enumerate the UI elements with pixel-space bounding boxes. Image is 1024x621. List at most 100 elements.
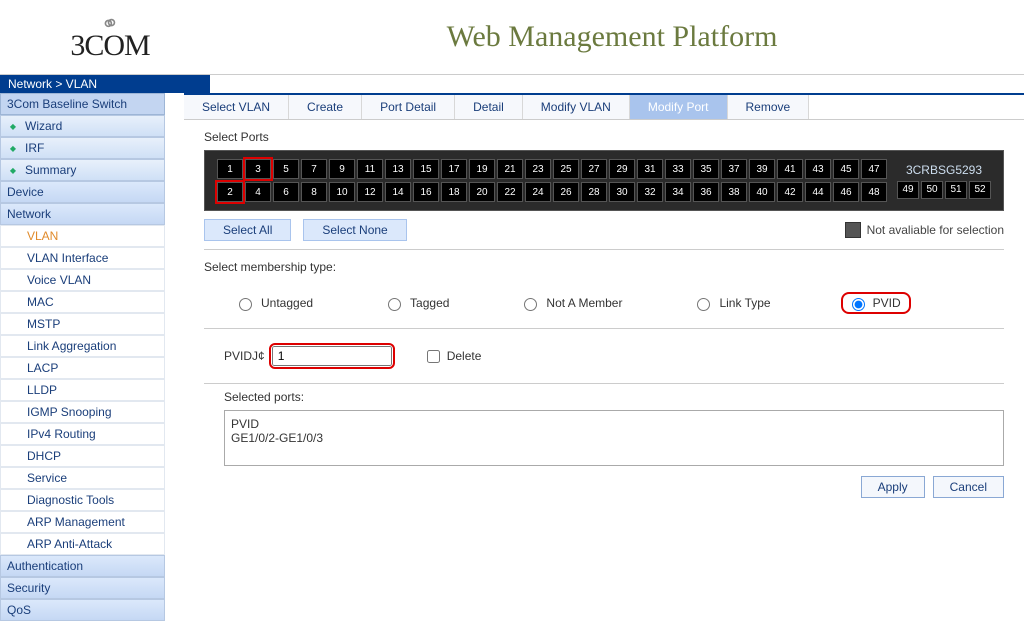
sidebar-root[interactable]: 3Com Baseline Switch bbox=[0, 93, 165, 115]
port-8[interactable]: 8 bbox=[301, 182, 327, 202]
port-14[interactable]: 14 bbox=[385, 182, 411, 202]
select-all-button[interactable]: Select All bbox=[204, 219, 291, 241]
tab-port-detail[interactable]: Port Detail bbox=[362, 95, 455, 119]
port-22[interactable]: 22 bbox=[497, 182, 523, 202]
radio-input-not-a-member[interactable] bbox=[524, 298, 537, 311]
radio-pvid[interactable]: PVID bbox=[841, 292, 911, 314]
port-10[interactable]: 10 bbox=[329, 182, 355, 202]
port-34[interactable]: 34 bbox=[665, 182, 691, 202]
port-16[interactable]: 16 bbox=[413, 182, 439, 202]
port-49[interactable]: 49 bbox=[897, 181, 919, 199]
port-37[interactable]: 37 bbox=[721, 159, 747, 179]
port-45[interactable]: 45 bbox=[833, 159, 859, 179]
port-23[interactable]: 23 bbox=[525, 159, 551, 179]
radio-link-type[interactable]: Link Type bbox=[692, 295, 770, 311]
port-46[interactable]: 46 bbox=[833, 182, 859, 202]
sidebar-item-dhcp[interactable]: DHCP bbox=[0, 445, 165, 467]
tab-select-vlan[interactable]: Select VLAN bbox=[184, 95, 289, 119]
sidebar-item-mstp[interactable]: MSTP bbox=[0, 313, 165, 335]
delete-checkbox[interactable] bbox=[427, 350, 440, 363]
port-9[interactable]: 9 bbox=[329, 159, 355, 179]
port-42[interactable]: 42 bbox=[777, 182, 803, 202]
sidebar-item-lldp[interactable]: LLDP bbox=[0, 379, 165, 401]
port-29[interactable]: 29 bbox=[609, 159, 635, 179]
port-19[interactable]: 19 bbox=[469, 159, 495, 179]
radio-input-pvid[interactable] bbox=[852, 298, 865, 311]
tab-detail[interactable]: Detail bbox=[455, 95, 523, 119]
port-27[interactable]: 27 bbox=[581, 159, 607, 179]
radio-input-untagged[interactable] bbox=[239, 298, 252, 311]
port-32[interactable]: 32 bbox=[637, 182, 663, 202]
sidebar-item-voice-vlan[interactable]: Voice VLAN bbox=[0, 269, 165, 291]
port-4[interactable]: 4 bbox=[245, 182, 271, 202]
port-39[interactable]: 39 bbox=[749, 159, 775, 179]
cancel-button[interactable]: Cancel bbox=[933, 476, 1004, 498]
port-20[interactable]: 20 bbox=[469, 182, 495, 202]
port-48[interactable]: 48 bbox=[861, 182, 887, 202]
port-36[interactable]: 36 bbox=[693, 182, 719, 202]
port-47[interactable]: 47 bbox=[861, 159, 887, 179]
sidebar-item-service[interactable]: Service bbox=[0, 467, 165, 489]
sidebar-item-vlan[interactable]: VLAN bbox=[0, 225, 165, 247]
radio-not-a-member[interactable]: Not A Member bbox=[519, 295, 622, 311]
port-40[interactable]: 40 bbox=[749, 182, 775, 202]
port-33[interactable]: 33 bbox=[665, 159, 691, 179]
tab-modify-port[interactable]: Modify Port bbox=[630, 95, 728, 119]
radio-tagged[interactable]: Tagged bbox=[383, 295, 449, 311]
port-13[interactable]: 13 bbox=[385, 159, 411, 179]
port-31[interactable]: 31 bbox=[637, 159, 663, 179]
pvid-input[interactable] bbox=[272, 346, 392, 366]
port-17[interactable]: 17 bbox=[441, 159, 467, 179]
port-18[interactable]: 18 bbox=[441, 182, 467, 202]
radio-input-link-type[interactable] bbox=[697, 298, 710, 311]
port-2[interactable]: 2 bbox=[217, 182, 243, 202]
sidebar-item-wizard[interactable]: Wizard bbox=[0, 115, 165, 137]
sidebar-item-vlan-interface[interactable]: VLAN Interface bbox=[0, 247, 165, 269]
port-12[interactable]: 12 bbox=[357, 182, 383, 202]
sidebar-item-ipv4-routing[interactable]: IPv4 Routing bbox=[0, 423, 165, 445]
select-none-button[interactable]: Select None bbox=[303, 219, 406, 241]
sidebar-item-irf[interactable]: IRF bbox=[0, 137, 165, 159]
sidebar-cat-authentication[interactable]: Authentication bbox=[0, 555, 165, 577]
sidebar-cat-network[interactable]: Network bbox=[0, 203, 165, 225]
port-26[interactable]: 26 bbox=[553, 182, 579, 202]
port-3[interactable]: 3 bbox=[245, 159, 271, 179]
sidebar-item-lacp[interactable]: LACP bbox=[0, 357, 165, 379]
port-15[interactable]: 15 bbox=[413, 159, 439, 179]
port-28[interactable]: 28 bbox=[581, 182, 607, 202]
sidebar-item-summary[interactable]: Summary bbox=[0, 159, 165, 181]
sidebar-item-diagnostic-tools[interactable]: Diagnostic Tools bbox=[0, 489, 165, 511]
port-41[interactable]: 41 bbox=[777, 159, 803, 179]
port-24[interactable]: 24 bbox=[525, 182, 551, 202]
port-1[interactable]: 1 bbox=[217, 159, 243, 179]
tab-modify-vlan[interactable]: Modify VLAN bbox=[523, 95, 630, 119]
port-35[interactable]: 35 bbox=[693, 159, 719, 179]
port-30[interactable]: 30 bbox=[609, 182, 635, 202]
port-25[interactable]: 25 bbox=[553, 159, 579, 179]
sidebar-item-arp-management[interactable]: ARP Management bbox=[0, 511, 165, 533]
port-7[interactable]: 7 bbox=[301, 159, 327, 179]
apply-button[interactable]: Apply bbox=[861, 476, 925, 498]
port-5[interactable]: 5 bbox=[273, 159, 299, 179]
tab-create[interactable]: Create bbox=[289, 95, 362, 119]
sidebar-item-arp-anti-attack[interactable]: ARP Anti-Attack bbox=[0, 533, 165, 555]
port-44[interactable]: 44 bbox=[805, 182, 831, 202]
sidebar-cat-qos[interactable]: QoS bbox=[0, 599, 165, 621]
port-50[interactable]: 50 bbox=[921, 181, 943, 199]
sidebar-item-igmp-snooping[interactable]: IGMP Snooping bbox=[0, 401, 165, 423]
sidebar-cat-security[interactable]: Security bbox=[0, 577, 165, 599]
port-52[interactable]: 52 bbox=[969, 181, 991, 199]
delete-checkbox-label[interactable]: Delete bbox=[423, 347, 482, 366]
tab-remove[interactable]: Remove bbox=[728, 95, 810, 119]
port-43[interactable]: 43 bbox=[805, 159, 831, 179]
sidebar-item-link-aggregation[interactable]: Link Aggregation bbox=[0, 335, 165, 357]
port-11[interactable]: 11 bbox=[357, 159, 383, 179]
sidebar-cat-device[interactable]: Device bbox=[0, 181, 165, 203]
port-51[interactable]: 51 bbox=[945, 181, 967, 199]
port-21[interactable]: 21 bbox=[497, 159, 523, 179]
port-6[interactable]: 6 bbox=[273, 182, 299, 202]
radio-untagged[interactable]: Untagged bbox=[234, 295, 313, 311]
port-38[interactable]: 38 bbox=[721, 182, 747, 202]
sidebar-item-mac[interactable]: MAC bbox=[0, 291, 165, 313]
radio-input-tagged[interactable] bbox=[388, 298, 401, 311]
